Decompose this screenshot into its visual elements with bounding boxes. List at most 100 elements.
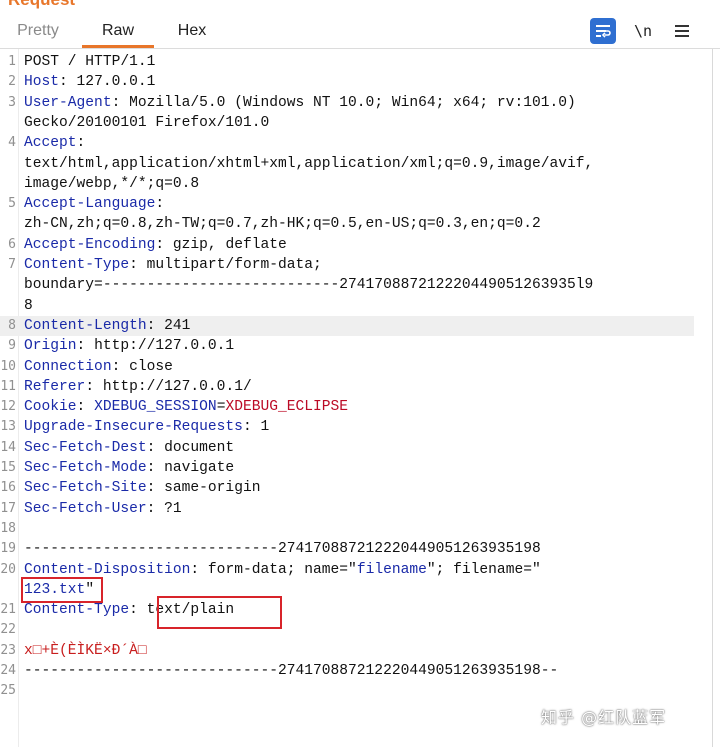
code-line: Gecko/20100101 Firefox/101.0 [0, 113, 694, 133]
header-value: 241 [155, 317, 191, 334]
code-line: 12 Cookie: XDEBUG_SESSION=XDEBUG_ECLIPSE [0, 397, 694, 417]
header-name: User-Agent [24, 94, 112, 111]
header-value: http://127.0.0.1/ [94, 378, 252, 395]
cookie-name: XDEBUG_SESSION [94, 399, 217, 416]
line-number: 3 [8, 94, 16, 110]
content-type-highlight-box [157, 596, 282, 629]
header-value: gzip, deflate [164, 236, 287, 253]
line-text: Sec-Fetch-Mode: navigate [24, 458, 234, 478]
header-colon: : [190, 561, 200, 578]
header-name: Connection [24, 358, 112, 375]
line-number: 7 [8, 257, 16, 272]
line-number: 20 [0, 561, 16, 577]
header-colon: : [76, 399, 86, 416]
line-text: -----------------------------27417088721… [24, 661, 558, 681]
header-colon: : [59, 74, 68, 91]
code-line: image/webp,*/*;q=0.8 [0, 174, 694, 194]
line-number: 1 [8, 54, 16, 69]
tab-pretty[interactable]: Pretty [8, 14, 68, 48]
header-name: Upgrade-Insecure-Requests [24, 419, 243, 436]
line-number: 24 [0, 663, 16, 678]
code-line: 24 -----------------------------274170887… [0, 661, 694, 681]
header-name: Sec-Fetch-User [24, 500, 147, 517]
header-name: Content-Disposition [24, 561, 191, 578]
line-number: 16 [0, 480, 16, 496]
binary-body-content: x□+È(ÈÌKË×Ð´À□ [24, 642, 147, 659]
header-value-tail: "; filename=" [426, 561, 541, 578]
code-line: boundary=---------------------------2741… [0, 275, 694, 295]
options-menu-button[interactable] [668, 18, 696, 44]
line-text: Cookie: XDEBUG_SESSION=XDEBUG_ECLIPSE [24, 397, 348, 417]
tab-raw[interactable]: Raw [82, 14, 154, 48]
header-value: http://127.0.0.1 [85, 338, 235, 355]
line-text: image/webp,*/*;q=0.8 [24, 174, 199, 194]
line-text: boundary=---------------------------2741… [24, 275, 593, 295]
header-colon: : [155, 196, 165, 213]
tab-hex[interactable]: Hex [162, 14, 222, 48]
show-newlines-button[interactable]: \n [628, 18, 658, 44]
view-tab-bar: Pretty Raw Hex \n [0, 14, 720, 48]
line-text: Connection: close [24, 357, 173, 377]
header-value: close [120, 358, 173, 375]
editor-border [712, 49, 713, 747]
raw-request-editor[interactable]: 1 POST / HTTP/1.1 2 Host: 127.0.0.1 3 User-Ag… [0, 49, 712, 747]
line-number: 15 [0, 460, 16, 475]
code-line: 19 -----------------------------274170887… [0, 539, 694, 559]
plain-text: POST / HTTP/1.1 [24, 54, 156, 70]
code-line: 22 [0, 620, 694, 640]
code-line: 5 Accept-Language: [0, 194, 694, 214]
line-text: Content-Length: 241 [24, 316, 190, 336]
line-text: Upgrade-Insecure-Requests: 1 [24, 417, 269, 437]
line-text: 8 [24, 296, 33, 316]
plain-text: boundary=---------------------------2741… [24, 277, 594, 294]
header-colon: : [129, 602, 138, 619]
header-colon: : [76, 338, 86, 355]
code-line: 15 Sec-Fetch-Mode: navigate [0, 458, 694, 478]
plain-text: Gecko/20100101 Firefox/101.0 [24, 114, 270, 131]
plain-text: zh-CN,zh;q=0.8,zh-TW;q=0.7,zh-HK;q=0.5,e… [24, 216, 541, 233]
plain-text: -----------------------------27417088721… [24, 541, 541, 558]
header-name: Content-Type [24, 602, 130, 619]
line-number: 9 [8, 338, 16, 354]
line-text: text/html,application/xhtml+xml,applicat… [24, 154, 593, 174]
header-name: Accept-Language [24, 196, 156, 213]
header-name: Host [24, 74, 60, 91]
line-text: Accept: [24, 133, 85, 153]
line-text: Content-Type: multipart/form-data; [24, 255, 322, 275]
line-number: 25 [0, 683, 16, 699]
line-number: 11 [0, 378, 16, 394]
line-number: 22 [0, 622, 16, 638]
code-line: 123.txt" [0, 580, 694, 600]
code-line: 11 Referer: http://127.0.0.1/ [0, 377, 694, 397]
tab-raw-label: Raw [101, 22, 134, 39]
cookie-value: XDEBUG_ECLIPSE [225, 399, 349, 416]
line-number: 5 [8, 196, 16, 212]
header-name: Content-Length [24, 317, 147, 334]
header-colon: : [242, 419, 252, 436]
code-line: 4 Accept: [0, 133, 694, 153]
filename-highlight-box [21, 577, 103, 603]
header-name: Origin [24, 338, 77, 355]
line-text: POST / HTTP/1.1 [24, 52, 155, 72]
code-line: 9 Origin: http://127.0.0.1 [0, 336, 694, 356]
line-text: Sec-Fetch-Site: same-origin [24, 478, 260, 498]
line-text: x□+È(ÈÌKË×Ð´À□ [24, 641, 147, 661]
code-line: 10 Connection: close [0, 357, 694, 377]
header-value: multipart/form-data; [137, 257, 322, 273]
header-name: Sec-Fetch-Site [24, 480, 147, 497]
line-number: 8 [8, 317, 16, 333]
code-line: 20 Content-Disposition: form-data; name="… [0, 560, 694, 580]
line-text: Gecko/20100101 Firefox/101.0 [24, 113, 269, 133]
line-text: Sec-Fetch-Dest: document [24, 438, 234, 458]
code-line: 8 [0, 296, 694, 316]
hamburger-menu-icon [675, 25, 689, 37]
line-number: 17 [0, 500, 16, 516]
code-line: 23 x□+È(ÈÌKË×Ð´À□ [0, 641, 694, 661]
header-name: Referer [24, 378, 86, 395]
code-line: 18 [0, 519, 694, 539]
plain-text: 8 [24, 297, 33, 314]
header-name: Content-Type [24, 257, 130, 273]
line-number: 13 [0, 419, 16, 435]
header-value: document [155, 439, 235, 456]
wrap-lines-button[interactable] [590, 18, 616, 44]
